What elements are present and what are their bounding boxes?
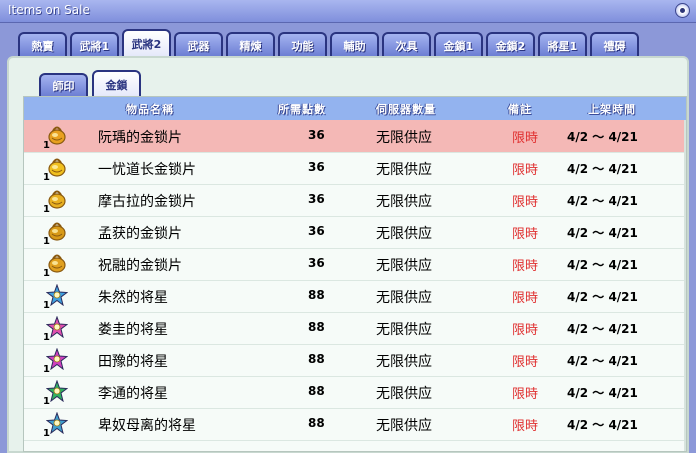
subtab-1[interactable]: 金鎖 (92, 70, 141, 97)
item-stock: 无限供应 (376, 130, 432, 146)
item-stock: 无限供应 (376, 162, 432, 178)
item-price: 36 (308, 256, 325, 270)
item-stock: 无限供应 (376, 386, 432, 402)
item-quantity: 1 (43, 204, 50, 215)
column-header-time[interactable]: 上架時間 (588, 101, 636, 117)
item-note: 限時 (512, 355, 539, 370)
item-note: 限時 (512, 259, 539, 274)
item-quantity: 1 (43, 236, 50, 247)
item-stock: 无限供应 (376, 226, 432, 242)
item-note: 限時 (512, 227, 539, 242)
item-price: 88 (308, 320, 325, 334)
table-row[interactable]: 1 摩古拉的金锁片 36 无限供应 限時 4/2 ～ 4/21 (24, 184, 686, 217)
item-time: 4/2 ～ 4/21 (567, 418, 638, 432)
item-time: 4/2 ～ 4/21 (567, 386, 638, 400)
tab-6[interactable]: 輔助 (330, 32, 379, 57)
item-price: 36 (308, 128, 325, 142)
table-row[interactable]: 1 卑奴母离的将星 88 无限供应 限時 4/2 ～ 4/21 (24, 408, 686, 441)
item-note: 限時 (512, 387, 539, 402)
tab-3[interactable]: 武器 (174, 32, 223, 57)
item-price: 88 (308, 416, 325, 430)
table-row[interactable]: 1 李通的将星 88 无限供应 限時 4/2 ～ 4/21 (24, 376, 686, 409)
tab-11[interactable]: 禮碍 (590, 32, 639, 57)
item-name: 阮瑀的金锁片 (98, 130, 182, 146)
table-row[interactable]: 1 一忧道长金锁片 36 无限供应 限時 4/2 ～ 4/21 (24, 152, 686, 185)
item-price: 88 (308, 384, 325, 398)
items-on-sale-window: Items on Sale 熱賣 武將1 武將2 武器 精煉 功能 輔助 次具 金鎖1 金鎖2 將星… (0, 0, 696, 453)
window-title: Items on Sale (8, 3, 90, 17)
column-header-note[interactable]: 備註 (508, 101, 532, 117)
column-header-price[interactable]: 所需點數 (278, 101, 326, 117)
item-price: 36 (308, 192, 325, 206)
tab-8[interactable]: 金鎖1 (434, 32, 483, 57)
item-quantity: 1 (43, 428, 50, 439)
table-row[interactable]: 1 孟获的金锁片 36 无限供应 限時 4/2 ～ 4/21 (24, 216, 686, 249)
table-row[interactable]: 1 田豫的将星 88 无限供应 限時 4/2 ～ 4/21 (24, 344, 686, 377)
table-row[interactable]: 1 祝融的金锁片 36 无限供应 限時 4/2 ～ 4/21 (24, 248, 686, 281)
item-note: 限時 (512, 323, 539, 338)
item-time: 4/2 ～ 4/21 (567, 194, 638, 208)
item-quantity: 1 (43, 140, 50, 151)
item-name: 卑奴母离的将星 (98, 418, 196, 434)
tab-2[interactable]: 武將2 (122, 29, 171, 57)
list-header: 物品名稱 所需點數 伺服器數量 備註 上架時間 (24, 97, 686, 121)
item-price: 88 (308, 352, 325, 366)
item-quantity: 1 (43, 268, 50, 279)
item-quantity: 1 (43, 172, 50, 183)
item-name: 田豫的将星 (98, 354, 168, 370)
item-stock: 无限供应 (376, 258, 432, 274)
item-stock: 无限供应 (376, 354, 432, 370)
title-bar[interactable]: Items on Sale (0, 0, 696, 23)
item-price: 36 (308, 160, 325, 174)
item-name: 祝融的金锁片 (98, 258, 182, 274)
tab-5[interactable]: 功能 (278, 32, 327, 57)
item-note: 限時 (512, 195, 539, 210)
subcategory-tabs: 師印 金鎖 (39, 70, 141, 97)
tab-0[interactable]: 熱賣 (18, 32, 67, 57)
category-tabs: 熱賣 武將1 武將2 武器 精煉 功能 輔助 次具 金鎖1 金鎖2 將星1 禮碍 (18, 29, 639, 57)
tab-1[interactable]: 武將1 (70, 32, 119, 57)
item-time: 4/2 ～ 4/21 (567, 258, 638, 272)
item-name: 娄圭的将星 (98, 322, 168, 338)
item-list: 物品名稱 所需點數 伺服器數量 備註 上架時間 1 阮瑀的金锁片 36 无限供应 限時 4… (23, 96, 687, 452)
subtab-0[interactable]: 師印 (39, 73, 88, 97)
item-name: 孟获的金锁片 (98, 226, 182, 242)
column-header-stock[interactable]: 伺服器數量 (376, 101, 436, 117)
item-price: 36 (308, 224, 325, 238)
table-row[interactable]: 1 娄圭的将星 88 无限供应 限時 4/2 ～ 4/21 (24, 312, 686, 345)
item-note: 限時 (512, 163, 539, 178)
content-panel: 師印 金鎖 物品名稱 所需點數 伺服器數量 備註 上架時間 1 阮瑀的金锁片 36 无限… (7, 56, 689, 453)
item-quantity: 1 (43, 396, 50, 407)
close-icon[interactable] (675, 3, 690, 18)
item-time: 4/2 ～ 4/21 (567, 162, 638, 176)
item-quantity: 1 (43, 364, 50, 375)
item-time: 4/2 ～ 4/21 (567, 354, 638, 368)
item-name: 摩古拉的金锁片 (98, 194, 196, 210)
item-stock: 无限供应 (376, 418, 432, 434)
item-name: 朱然的将星 (98, 290, 168, 306)
item-price: 88 (308, 288, 325, 302)
column-header-name[interactable]: 物品名稱 (126, 101, 174, 117)
item-note: 限時 (512, 131, 539, 146)
item-name: 李通的将星 (98, 386, 168, 402)
tab-9[interactable]: 金鎖2 (486, 32, 535, 57)
item-time: 4/2 ～ 4/21 (567, 130, 638, 144)
tab-7[interactable]: 次具 (382, 32, 431, 57)
item-stock: 无限供应 (376, 194, 432, 210)
table-row[interactable]: 1 阮瑀的金锁片 36 无限供应 限時 4/2 ～ 4/21 (24, 120, 686, 153)
item-stock: 无限供应 (376, 322, 432, 338)
item-note: 限時 (512, 291, 539, 306)
list-edge (684, 120, 686, 451)
tab-10[interactable]: 將星1 (538, 32, 587, 57)
tab-4[interactable]: 精煉 (226, 32, 275, 57)
item-name: 一忧道长金锁片 (98, 162, 196, 178)
table-row[interactable]: 1 朱然的将星 88 无限供应 限時 4/2 ～ 4/21 (24, 280, 686, 313)
item-time: 4/2 ～ 4/21 (567, 226, 638, 240)
item-time: 4/2 ～ 4/21 (567, 290, 638, 304)
item-time: 4/2 ～ 4/21 (567, 322, 638, 336)
item-quantity: 1 (43, 300, 50, 311)
item-quantity: 1 (43, 332, 50, 343)
item-note: 限時 (512, 419, 539, 434)
item-stock: 无限供应 (376, 290, 432, 306)
